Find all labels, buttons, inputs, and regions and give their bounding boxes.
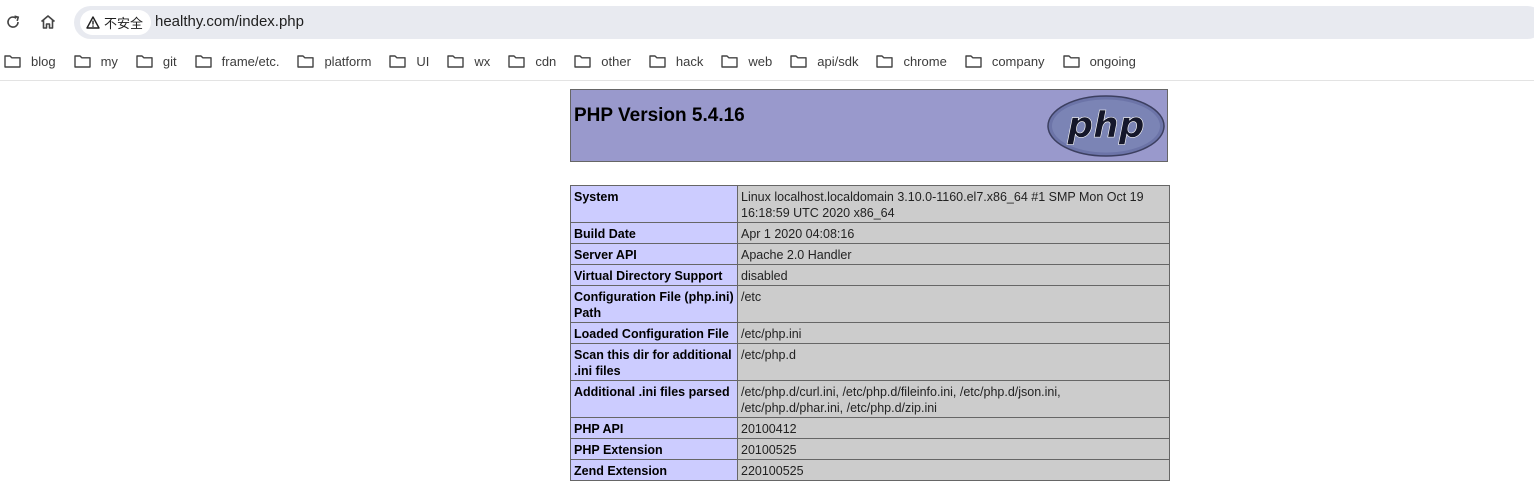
security-label: 不安全 [104, 16, 144, 31]
table-row: PHP Extension 20100525 [570, 438, 1170, 460]
row-value: Apache 2.0 Handler [737, 243, 1170, 265]
table-row: System Linux localhost.localdomain 3.10.0… [570, 185, 1170, 223]
address-bar[interactable]: 不安全 healthy.com/index.php [74, 6, 1534, 39]
bookmark-label: git [162, 53, 177, 69]
folder-icon [4, 55, 21, 68]
bookmark-label: company [991, 53, 1045, 69]
row-key: PHP Extension [570, 438, 738, 460]
row-value: 220100525 [737, 459, 1170, 481]
browser-toolbar: 不安全 healthy.com/index.php [0, 0, 1534, 44]
folder-icon [136, 55, 153, 68]
bookmark-label: blog [31, 53, 56, 69]
bookmark-folder-platform[interactable]: platform [297, 49, 387, 73]
bookmark-label: chrome [903, 53, 947, 69]
bookmark-folder-company[interactable]: company [965, 49, 1061, 73]
folder-icon [389, 55, 407, 68]
row-value: disabled [737, 264, 1170, 286]
table-row: PHP API 20100412 [570, 417, 1170, 439]
folder-icon [574, 55, 591, 68]
bookmark-folder-chrome[interactable]: chrome [876, 49, 962, 73]
table-row: Configuration File (php.ini) Path/etc [570, 285, 1170, 323]
row-value: Linux localhost.localdomain 3.10.0-1160.… [737, 185, 1170, 223]
bookmarks-bar: blog my git frame/etc. platform UI wx cdn other h… [0, 49, 1154, 73]
row-value: /etc [737, 285, 1170, 323]
table-row: Additional .ini files parsed/etc/php.d/c… [570, 380, 1170, 418]
bookmark-label: my [100, 53, 118, 69]
row-value: /etc/php.d/curl.ini, /etc/php.d/fileinfo… [737, 380, 1170, 418]
bookmark-label: hack [675, 53, 704, 69]
row-value: /etc/php.d [737, 343, 1170, 381]
home-icon [40, 15, 56, 29]
folder-icon [194, 55, 212, 68]
security-chip[interactable]: 不安全 [80, 10, 152, 35]
bookmark-folder-hack[interactable]: hack [649, 49, 719, 73]
row-value: /etc/php.ini [737, 322, 1170, 344]
row-key: Virtual Directory Support [570, 264, 738, 286]
row-key: Additional .ini files parsed [570, 380, 738, 418]
folder-icon [965, 55, 982, 68]
page-title: PHP Version 5.4.16 [574, 105, 745, 126]
bookmark-label: other [601, 53, 631, 69]
php-info-table: System Linux localhost.localdomain 3.10.0… [570, 185, 1170, 481]
reload-icon [7, 15, 20, 28]
folder-icon [73, 55, 91, 68]
bookmark-folder-git[interactable]: git [136, 49, 193, 73]
toolbar-divider [0, 80, 1534, 81]
home-button[interactable] [35, 9, 61, 35]
bookmark-label: ongoing [1089, 53, 1136, 69]
folder-icon [447, 55, 465, 68]
row-key: Server API [570, 243, 738, 265]
table-row: Virtual Directory Support disabled [570, 264, 1170, 286]
folder-icon [876, 55, 894, 68]
bookmark-folder-web[interactable]: web [721, 49, 788, 73]
table-row: Build Date Apr 1 2020 04:08:16 [570, 222, 1170, 244]
reload-button[interactable] [0, 9, 26, 35]
row-key: Scan this dir for additional .ini files [570, 343, 738, 381]
bookmark-folder-frame-etc[interactable]: frame/etc. [194, 49, 296, 73]
bookmark-folder-blog[interactable]: blog [0, 49, 72, 73]
bookmark-folder-api-sdk[interactable]: api/sdk [790, 49, 874, 73]
bookmark-folder-wx[interactable]: wx [447, 49, 506, 73]
bookmark-label: frame/etc. [221, 53, 280, 69]
row-key: PHP API [570, 417, 738, 439]
folder-icon [721, 55, 739, 68]
row-key: Build Date [570, 222, 738, 244]
bookmark-label: UI [416, 53, 430, 69]
row-key: Zend Extension [570, 459, 738, 481]
bookmark-folder-my[interactable]: my [73, 49, 134, 73]
php-version-header: PHP Version 5.4.16 php [570, 89, 1168, 162]
bookmark-label: cdn [535, 53, 557, 69]
bookmark-label: wx [474, 53, 491, 69]
folder-icon [649, 55, 666, 68]
bookmark-label: api/sdk [817, 53, 859, 69]
row-value: 20100525 [737, 438, 1170, 460]
warning-icon [86, 16, 100, 29]
row-value: Apr 1 2020 04:08:16 [737, 222, 1170, 244]
bookmark-folder-other[interactable]: other [574, 49, 647, 73]
bookmark-label: platform [324, 53, 372, 69]
bookmark-folder-ui[interactable]: UI [389, 49, 445, 73]
row-key: System [570, 185, 738, 223]
table-row: Zend Extension 220100525 [570, 459, 1170, 481]
table-row: Server API Apache 2.0 Handler [570, 243, 1170, 265]
url-text[interactable]: healthy.com/index.php [155, 13, 304, 30]
bookmark-folder-cdn[interactable]: cdn [508, 49, 572, 73]
svg-text:php: php [1066, 105, 1144, 146]
folder-icon [508, 55, 526, 68]
row-value: 20100412 [737, 417, 1170, 439]
bookmark-label: web [748, 53, 773, 69]
row-key: Configuration File (php.ini) Path [570, 285, 738, 323]
folder-icon [790, 55, 807, 68]
row-key: Loaded Configuration File [570, 322, 738, 344]
bookmark-folder-ongoing[interactable]: ongoing [1062, 49, 1152, 73]
folder-icon [1062, 55, 1080, 68]
table-row: Loaded Configuration File/etc/php.ini [570, 322, 1170, 344]
php-logo[interactable]: php [1047, 95, 1165, 157]
folder-icon [297, 55, 315, 68]
table-row: Scan this dir for additional .ini files /… [570, 343, 1170, 381]
